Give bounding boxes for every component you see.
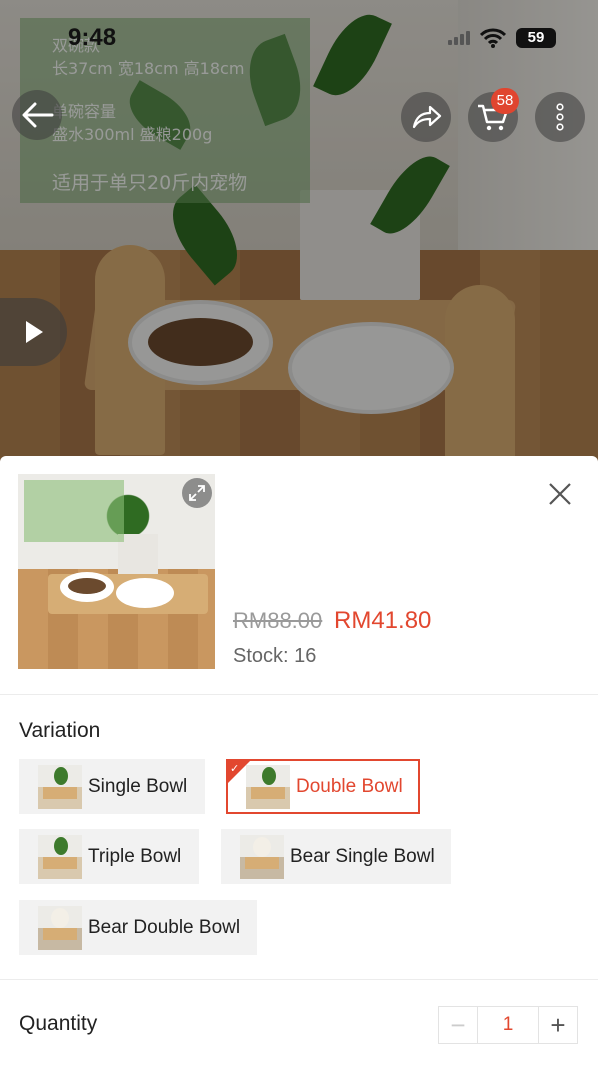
more-button[interactable]: [535, 92, 585, 142]
divider: [0, 694, 598, 695]
quantity-increase-button[interactable]: +: [539, 1007, 577, 1043]
variation-thumb: [38, 764, 82, 809]
variation-option-bear-double-bowl[interactable]: Bear Double Bowl: [19, 900, 257, 955]
variation-thumb: [240, 834, 284, 879]
more-vertical-icon: [556, 103, 564, 131]
checkmark-icon: ✓: [230, 763, 240, 775]
variation-label: Triple Bowl: [88, 845, 182, 867]
variation-option-bear-single-bowl[interactable]: Bear Single Bowl: [221, 829, 451, 884]
sale-price: RM41.80: [334, 607, 432, 634]
expand-icon: [189, 485, 205, 501]
divider: [0, 979, 598, 980]
wifi-icon: [480, 28, 506, 48]
quantity-decrease-button[interactable]: −: [439, 1007, 477, 1043]
arrow-left-icon: [22, 102, 54, 128]
quantity-title: Quantity: [19, 1012, 98, 1035]
variation-thumb: [38, 834, 82, 879]
overlay-dim[interactable]: [0, 0, 598, 470]
expand-image-button[interactable]: [182, 478, 212, 508]
status-time: 9:48: [68, 24, 117, 51]
stock-label: Stock: 16: [233, 645, 317, 667]
quantity-input[interactable]: 1: [477, 1007, 539, 1043]
variation-label: Double Bowl: [296, 775, 403, 797]
variation-label: Single Bowl: [88, 775, 188, 797]
status-icons: 59: [448, 28, 556, 48]
original-price: RM88.00: [233, 608, 323, 633]
signal-icon: [448, 31, 470, 45]
variation-sheet: RM88.00 RM41.80 Stock: 16 Variation Sing…: [0, 456, 598, 1080]
share-icon: [412, 105, 442, 129]
variation-option-single-bowl[interactable]: Single Bowl: [19, 759, 205, 814]
variation-option-double-bowl[interactable]: ✓ Double Bowl: [226, 759, 420, 814]
close-button[interactable]: [546, 480, 574, 508]
product-hero-image: 双碗款 长37cm 宽18cm 高18cm 单碗容量 盛水300ml 盛粮200…: [0, 0, 598, 470]
play-video-button[interactable]: [0, 298, 67, 366]
cart-count-badge: 58: [491, 88, 519, 114]
play-icon: [25, 321, 43, 343]
close-icon: [549, 483, 571, 505]
variation-thumb: [246, 764, 290, 809]
variation-option-triple-bowl[interactable]: Triple Bowl: [19, 829, 199, 884]
variation-label: Bear Single Bowl: [290, 845, 435, 867]
share-button[interactable]: [401, 92, 451, 142]
variation-title: Variation: [19, 719, 101, 742]
quantity-stepper: − 1 +: [438, 1006, 578, 1044]
battery-icon: 59: [516, 28, 556, 48]
back-button[interactable]: [12, 90, 62, 140]
variation-label: Bear Double Bowl: [88, 916, 241, 938]
variation-thumb: [38, 905, 82, 950]
